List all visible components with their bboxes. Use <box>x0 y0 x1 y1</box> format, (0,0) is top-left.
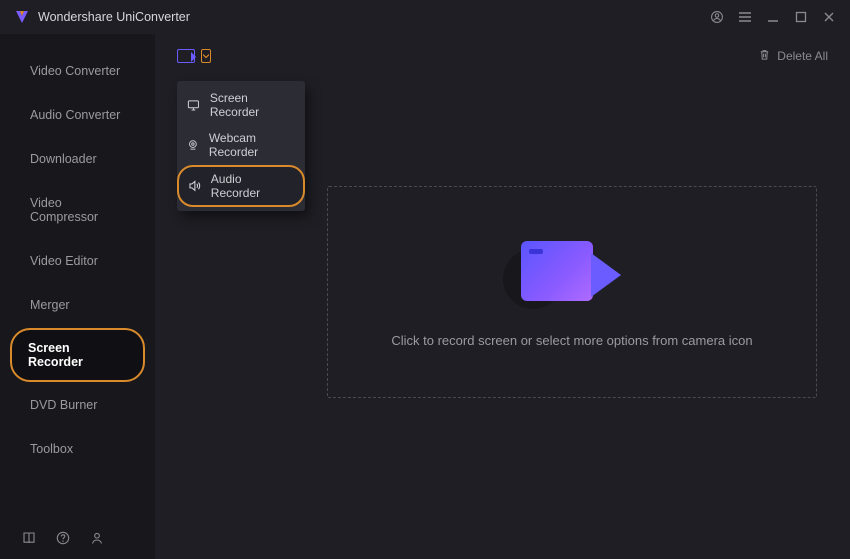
minimize-icon[interactable] <box>766 10 780 24</box>
maximize-icon[interactable] <box>794 10 808 24</box>
main: Video Converter Audio Converter Download… <box>0 34 850 559</box>
sidebar-item-video-editor[interactable]: Video Editor <box>10 240 145 282</box>
sidebar-item-label: Video Compressor <box>30 196 98 224</box>
content: Screen Recorder Webcam Recorder Audio Re… <box>155 34 850 559</box>
webcam-icon <box>187 138 199 152</box>
app-title: Wondershare UniConverter <box>38 10 190 24</box>
sidebar-item-dvd-burner[interactable]: DVD Burner <box>10 384 145 426</box>
speaker-icon <box>187 179 201 193</box>
sidebar-item-audio-converter[interactable]: Audio Converter <box>10 94 145 136</box>
account-icon[interactable] <box>710 10 724 24</box>
chevron-down-icon <box>201 49 211 63</box>
trash-icon <box>758 48 771 64</box>
close-icon[interactable] <box>822 10 836 24</box>
sidebar-item-label: Video Converter <box>30 64 120 78</box>
sidebar-item-label: Merger <box>30 298 70 312</box>
sidebar-item-label: Toolbox <box>30 442 73 456</box>
sidebar-item-video-compressor[interactable]: Video Compressor <box>10 182 145 238</box>
sidebar-item-label: Screen Recorder <box>28 341 83 369</box>
record-mode-button[interactable] <box>177 49 211 63</box>
dropdown-item-label: Audio Recorder <box>211 172 293 200</box>
record-dropzone[interactable]: Click to record screen or select more op… <box>327 186 817 398</box>
sidebar-footer <box>0 517 155 559</box>
sidebar-item-screen-recorder[interactable]: Screen Recorder <box>10 328 145 382</box>
dropdown-item-label: Screen Recorder <box>210 91 293 119</box>
user-icon[interactable] <box>90 531 104 545</box>
dropzone-hint: Click to record screen or select more op… <box>391 333 752 348</box>
titlebar-right <box>710 10 836 24</box>
app-brand: Wondershare UniConverter <box>14 9 190 25</box>
sidebar-item-toolbox[interactable]: Toolbox <box>10 428 145 470</box>
monitor-icon <box>187 98 200 112</box>
sidebar-item-downloader[interactable]: Downloader <box>10 138 145 180</box>
help-icon[interactable] <box>56 531 70 545</box>
sidebar: Video Converter Audio Converter Download… <box>0 34 155 559</box>
camera-large-icon <box>517 237 627 311</box>
camera-icon <box>177 49 195 63</box>
dropdown-item-audio-recorder[interactable]: Audio Recorder <box>177 165 305 207</box>
content-toolbar: Screen Recorder Webcam Recorder Audio Re… <box>177 48 828 64</box>
titlebar: Wondershare UniConverter <box>0 0 850 34</box>
sidebar-item-video-converter[interactable]: Video Converter <box>10 50 145 92</box>
record-mode-dropdown: Screen Recorder Webcam Recorder Audio Re… <box>177 81 305 211</box>
sidebar-item-label: Downloader <box>30 152 97 166</box>
sidebar-item-merger[interactable]: Merger <box>10 284 145 326</box>
guide-icon[interactable] <box>22 531 36 545</box>
menu-icon[interactable] <box>738 10 752 24</box>
dropdown-item-webcam-recorder[interactable]: Webcam Recorder <box>177 125 305 165</box>
dropdown-item-label: Webcam Recorder <box>209 131 293 159</box>
sidebar-item-label: Video Editor <box>30 254 98 268</box>
delete-all-button[interactable]: Delete All <box>758 48 828 64</box>
sidebar-list: Video Converter Audio Converter Download… <box>0 48 155 517</box>
sidebar-item-label: Audio Converter <box>30 108 120 122</box>
sidebar-item-label: DVD Burner <box>30 398 97 412</box>
dropdown-item-screen-recorder[interactable]: Screen Recorder <box>177 85 305 125</box>
wondershare-logo-icon <box>14 9 30 25</box>
delete-all-label: Delete All <box>777 49 828 63</box>
